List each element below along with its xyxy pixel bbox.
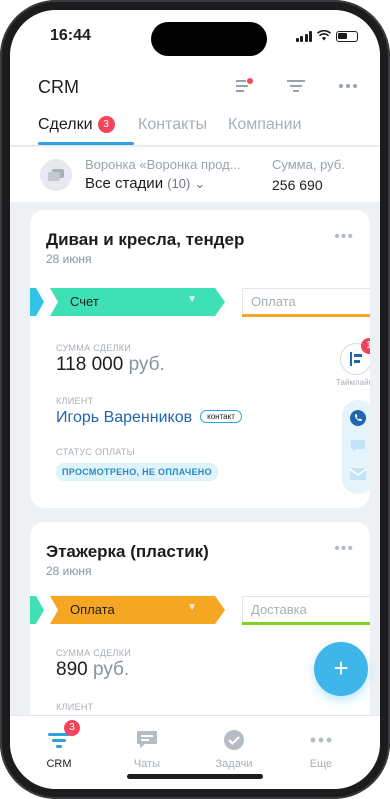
status-bar: 16:44 — [10, 10, 380, 62]
client-label: КЛИЕНТ — [56, 702, 94, 712]
nav-chats[interactable]: Чаты — [112, 726, 182, 770]
filter-icon[interactable] — [282, 74, 310, 98]
more-menu-icon[interactable] — [334, 74, 362, 98]
phone-frame: 16:44 CRM Сделки 3 Контакты Компании Вор… — [0, 0, 390, 799]
deal-stage-current[interactable]: Счет ▼ — [50, 288, 225, 316]
tab-deals-label: Сделки — [38, 116, 93, 133]
section-tabs: Сделки 3 Контакты Компании — [10, 108, 380, 146]
deal-amount: 890 руб. — [56, 659, 129, 681]
counters-list-icon[interactable] — [230, 74, 258, 98]
deal-date: 28 июня — [46, 564, 92, 578]
deal-amount: 118 000 руб. — [56, 354, 165, 376]
deal-stage-current-label: Оплата — [70, 602, 115, 617]
active-tab-indicator — [38, 142, 134, 145]
battery-icon — [336, 31, 358, 42]
timeline-badge: 1 — [361, 338, 370, 354]
dynamic-island — [151, 22, 267, 56]
funnel-stage-count: (10) — [167, 176, 191, 191]
deal-card[interactable]: Этажерка (пластик) 28 июня ••• Оплата ▼ … — [30, 522, 370, 732]
contact-actions — [342, 400, 370, 494]
stage-prev-arrow — [30, 596, 44, 624]
deal-stage-current-label: Счет — [70, 294, 99, 309]
deal-more-icon[interactable]: ••• — [334, 540, 354, 558]
more-dots-icon — [286, 726, 356, 754]
deal-client: Игорь Варенников контакт — [56, 409, 242, 427]
page-title: CRM — [38, 77, 79, 97]
status-time: 16:44 — [50, 27, 91, 44]
stage-dropdown-icon: ▼ — [187, 294, 197, 305]
client-name-link[interactable]: Игорь Варенников — [56, 409, 192, 426]
deal-stage-current[interactable]: Оплата ▼ — [50, 596, 225, 624]
funnel-sum-label: Сумма, руб. — [272, 157, 345, 172]
app-header: CRM — [10, 62, 380, 108]
nav-more[interactable]: Еще — [286, 726, 356, 770]
deal-card[interactable]: Диван и кресла, тендер 28 июня ••• Счет … — [30, 210, 370, 508]
crm-funnel-icon: 3 — [24, 720, 94, 754]
phone-icon[interactable] — [350, 410, 366, 426]
funnel-stack-icon — [40, 159, 72, 191]
deal-stage-next[interactable]: Оплата — [242, 288, 370, 317]
payment-status-badge: ПРОСМОТРЕНО, НЕ ОПЛАЧЕНО — [56, 463, 218, 481]
nav-more-label: Еще — [309, 758, 333, 770]
status-icons — [295, 29, 358, 43]
stage-next-color-line — [242, 314, 370, 317]
deal-stage-next-label: Оплата — [251, 294, 296, 309]
nav-crm[interactable]: 3 CRM — [24, 720, 94, 770]
payment-status-label: СТАТУС ОПЛАТЫ — [56, 447, 135, 457]
nav-tasks-label: Задачи — [215, 758, 253, 770]
message-icon[interactable] — [350, 438, 366, 454]
app-screen: 16:44 CRM Сделки 3 Контакты Компании Вор… — [10, 10, 380, 789]
tab-contacts[interactable]: Контакты — [138, 116, 207, 134]
funnel-stage: Все стадии — [85, 175, 164, 192]
nav-crm-badge: 3 — [64, 720, 80, 736]
wifi-icon — [316, 29, 332, 43]
nav-chats-label: Чаты — [133, 758, 161, 770]
deal-amount-value: 118 000 — [56, 354, 124, 375]
client-type-tag: контакт — [200, 410, 242, 423]
tab-deals[interactable]: Сделки 3 — [38, 116, 115, 134]
cellular-signal-icon — [295, 31, 312, 42]
funnel-sum-value: 256 690 — [272, 177, 323, 193]
add-deal-button[interactable]: + — [314, 642, 368, 696]
deal-stage-next[interactable]: Доставка — [242, 596, 370, 625]
deal-more-icon[interactable]: ••• — [334, 228, 354, 246]
tab-deals-badge: 3 — [97, 116, 115, 133]
timeline-label: Таймлайн — [336, 378, 370, 387]
client-label: КЛИЕНТ — [56, 396, 94, 406]
deal-amount-label: СУММА СДЕЛКИ — [56, 648, 132, 658]
chevron-down-icon: ⌄ — [194, 176, 206, 191]
timeline-button[interactable]: 1 — [340, 338, 370, 375]
deal-stage-next-label: Доставка — [251, 602, 307, 617]
funnel-selector[interactable]: Воронка «Воронка прод... Все стадии (10)… — [10, 147, 380, 202]
deal-amount-value: 890 — [56, 659, 88, 680]
stage-prev-arrow — [30, 288, 44, 316]
deal-amount-label: СУММА СДЕЛКИ — [56, 343, 132, 353]
home-indicator — [127, 774, 263, 779]
funnel-name: Воронка «Воронка прод... — [85, 157, 241, 172]
nav-tasks[interactable]: Задачи — [199, 726, 269, 770]
chat-icon — [112, 726, 182, 754]
deal-title: Диван и кресла, тендер — [46, 230, 245, 249]
deal-currency: руб. — [92, 659, 130, 680]
deal-title: Этажерка (пластик) — [46, 542, 209, 561]
stage-next-color-line — [242, 622, 370, 625]
nav-crm-label: CRM — [46, 758, 72, 770]
funnel-stage-dropdown[interactable]: Все стадии (10) ⌄ — [85, 175, 205, 192]
deal-currency: руб. — [128, 354, 165, 375]
tab-companies[interactable]: Компании — [228, 116, 302, 134]
stage-dropdown-icon: ▼ — [187, 602, 197, 613]
email-icon[interactable] — [350, 466, 366, 482]
header-actions — [230, 74, 362, 98]
deal-date: 28 июня — [46, 252, 92, 266]
tasks-check-icon — [199, 726, 269, 754]
